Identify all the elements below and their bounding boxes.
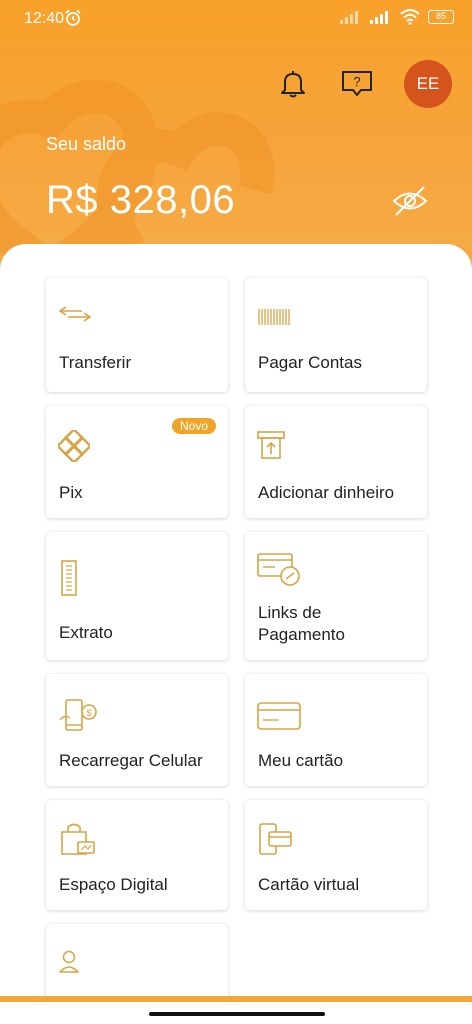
digital-space-icon — [61, 823, 95, 855]
svg-text:$: $ — [86, 708, 91, 718]
card-label: Links de Pagamento — [258, 603, 345, 644]
card-label: Espaço Digital — [59, 875, 168, 894]
header-actions: ? EE — [276, 60, 452, 108]
notifications-button[interactable] — [276, 67, 310, 101]
card-extrato[interactable]: Extrato — [46, 532, 228, 660]
card-icon — [257, 702, 301, 730]
card-label: Adicionar dinheiro — [258, 483, 395, 502]
transfer-icon — [58, 306, 92, 322]
avatar[interactable]: EE — [404, 60, 452, 108]
virtual-card-icon — [259, 823, 292, 855]
help-chat-icon: ? — [342, 71, 372, 96]
add-money-icon — [257, 431, 285, 459]
new-badge: Novo — [171, 418, 216, 434]
balance-value: R$ 328,06 — [46, 178, 236, 222]
status-right: 85 — [340, 9, 454, 25]
status-bar: 12:40 85 — [0, 0, 472, 36]
statement-icon — [61, 560, 77, 596]
card-pix[interactable]: Novo Pix — [46, 406, 228, 518]
wifi-icon — [400, 9, 420, 25]
card-label: Transferir — [59, 353, 132, 372]
card-meu-cartao[interactable]: Meu cartão — [245, 674, 427, 786]
pix-icon — [58, 430, 90, 462]
bell-icon — [281, 71, 305, 98]
card-user[interactable] — [46, 924, 228, 1004]
card-adicionar-dinheiro[interactable]: Adicionar dinheiro — [245, 406, 427, 518]
phone-recharge-icon: $ — [59, 699, 97, 731]
card-cartao-virtual[interactable]: Cartão virtual — [245, 800, 427, 910]
eye-off-icon[interactable] — [390, 184, 430, 218]
user-icon — [59, 950, 79, 973]
card-label: Cartão virtual — [258, 875, 360, 894]
card-espaco-digital[interactable]: Espaço Digital — [46, 800, 228, 910]
card-label: Pagar Contas — [258, 353, 362, 372]
payment-link-icon — [257, 553, 300, 586]
status-time: 12:40 — [24, 10, 65, 27]
battery-indicator: 85 — [428, 10, 454, 24]
home-indicator[interactable] — [149, 1012, 325, 1016]
card-recarregar-celular[interactable]: $ Recarregar Celular — [46, 674, 228, 786]
help-button[interactable]: ? — [340, 67, 374, 101]
card-label: Meu cartão — [258, 751, 344, 770]
alarm-icon — [65, 9, 81, 26]
svg-text:?: ? — [353, 74, 360, 89]
card-label: Extrato — [59, 623, 113, 642]
signal-icon — [370, 11, 388, 24]
card-label: Recarregar Celular — [59, 751, 203, 770]
card-label: Pix — [59, 483, 83, 502]
signal-icon — [340, 11, 358, 24]
card-links-de-pagamento[interactable]: Links de Pagamento — [245, 532, 427, 660]
card-transferir[interactable]: Transferir — [46, 278, 228, 392]
balance-label: Seu saldo — [46, 134, 127, 154]
card-pagar-contas[interactable]: Pagar Contas — [245, 278, 427, 392]
barcode-icon — [258, 309, 290, 325]
